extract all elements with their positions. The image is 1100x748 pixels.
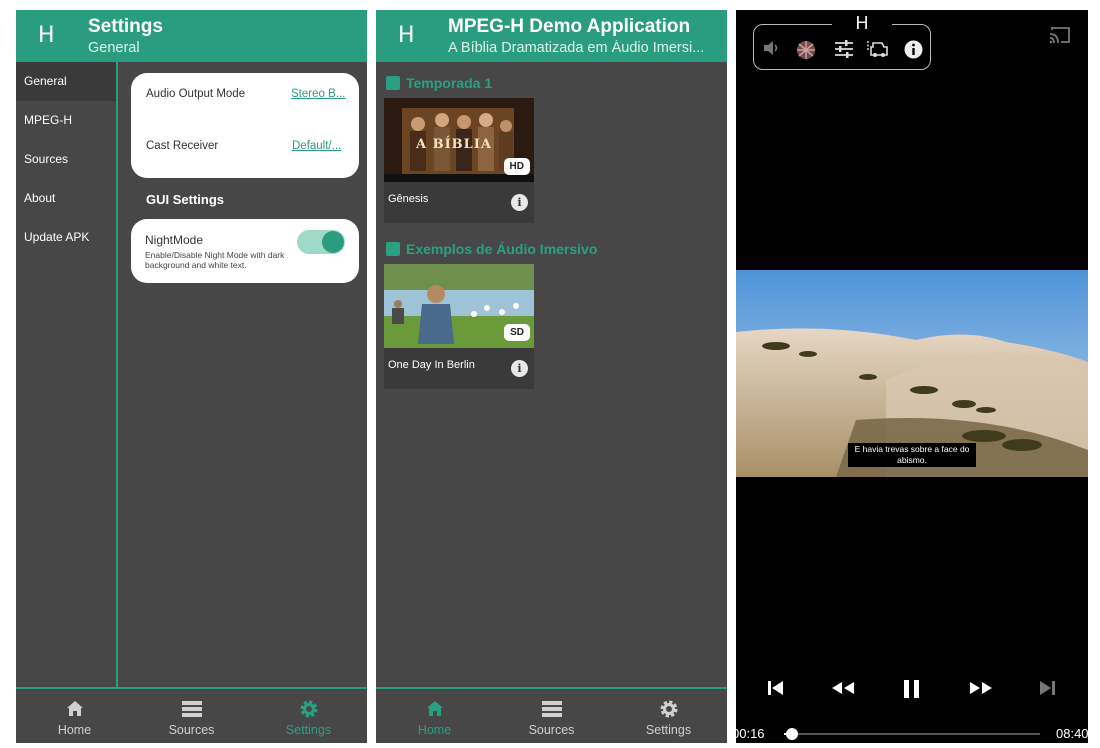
bottom-nav: Home Sources Settings bbox=[16, 687, 367, 743]
audio-settings-card: Audio Output Mode Stereo B... Cast Recei… bbox=[131, 73, 359, 178]
audio-output-value[interactable]: Stereo B... bbox=[291, 88, 345, 100]
quality-badge: SD bbox=[504, 324, 530, 341]
fast-forward-icon[interactable] bbox=[968, 678, 994, 698]
app-logo: H bbox=[38, 23, 55, 48]
pause-icon[interactable] bbox=[902, 678, 922, 700]
playlist-icon bbox=[386, 76, 400, 90]
category-name: Temporada 1 bbox=[406, 75, 493, 91]
settings-screen: H Settings General General MPEG-H Source… bbox=[16, 10, 367, 743]
rewind-icon[interactable] bbox=[830, 678, 856, 698]
sidebar-item-sources[interactable]: Sources bbox=[16, 140, 116, 179]
nightmode-toggle[interactable] bbox=[297, 230, 345, 254]
skip-next-icon[interactable] bbox=[1038, 678, 1056, 698]
nav-settings-label: Settings bbox=[285, 723, 332, 737]
player-screen: H E havia trevas sobre a face do abismo. bbox=[736, 10, 1088, 743]
nightmode-card: NightMode Enable/Disable Night Mode with… bbox=[131, 219, 359, 283]
gui-settings-heading: GUI Settings bbox=[146, 192, 225, 207]
time-current: 00:16 bbox=[736, 726, 765, 741]
media-tile[interactable]: SD One Day In Berlin i bbox=[384, 264, 534, 389]
list-icon bbox=[181, 701, 202, 717]
nav-settings-label: Settings bbox=[645, 723, 692, 737]
cast-receiver-label: Cast Receiver bbox=[146, 140, 219, 152]
info-icon[interactable]: i bbox=[511, 194, 528, 211]
nav-sources-label: Sources bbox=[528, 723, 575, 737]
nav-home-label: Home bbox=[417, 723, 452, 737]
page-title: Settings bbox=[88, 16, 163, 37]
skip-previous-icon[interactable] bbox=[767, 678, 785, 698]
media-tile[interactable]: A BÍBLIA HD Gênesis i bbox=[384, 98, 534, 223]
page-title: MPEG-H Demo Application bbox=[448, 16, 691, 37]
gear-icon bbox=[300, 700, 317, 718]
cast-icon[interactable] bbox=[1049, 26, 1071, 44]
bottom-nav: Home Sources Settings bbox=[376, 687, 727, 743]
media-title: Gênesis bbox=[388, 193, 429, 205]
toggle-knob bbox=[322, 231, 344, 253]
sidebar-item-about[interactable]: About bbox=[16, 179, 116, 218]
category-heading: Temporada 1 bbox=[386, 75, 492, 91]
nightmode-description: Enable/Disable Night Mode with dark back… bbox=[145, 250, 285, 270]
nav-home-label: Home bbox=[57, 723, 92, 737]
thumbnail-caption: A BÍBLIA bbox=[416, 137, 492, 152]
library-screen: H MPEG-H Demo Application A Bíblia Drama… bbox=[376, 10, 727, 743]
info-icon[interactable] bbox=[904, 40, 923, 59]
playlist-icon bbox=[386, 242, 400, 256]
video-frame[interactable]: E havia trevas sobre a face do abismo. bbox=[736, 270, 1088, 477]
nav-sources[interactable]: Sources bbox=[493, 689, 610, 743]
presets-icon[interactable] bbox=[867, 40, 889, 58]
sidebar-item-update-apk[interactable]: Update APK bbox=[16, 218, 116, 257]
app-bar: H MPEG-H Demo Application A Bíblia Drama… bbox=[376, 10, 727, 62]
quality-badge: HD bbox=[503, 158, 530, 175]
media-title: One Day In Berlin bbox=[388, 359, 475, 371]
gear-icon bbox=[660, 700, 677, 718]
audio-output-label: Audio Output Mode bbox=[146, 88, 246, 100]
category-heading: Exemplos de Áudio Imersivo bbox=[386, 241, 597, 257]
equalizer-icon[interactable] bbox=[834, 40, 854, 58]
sidebar-item-mpegh[interactable]: MPEG-H bbox=[16, 101, 116, 140]
settings-sidebar: General MPEG-H Sources About Update APK bbox=[16, 62, 118, 689]
seek-handle[interactable] bbox=[785, 728, 798, 740]
subtitle-caption: E havia trevas sobre a face do abismo. bbox=[848, 443, 976, 467]
nav-home[interactable]: Home bbox=[376, 689, 493, 743]
category-name: Exemplos de Áudio Imersivo bbox=[406, 241, 598, 257]
list-icon bbox=[541, 701, 562, 717]
volume-icon[interactable] bbox=[763, 40, 781, 56]
app-logo: H bbox=[832, 13, 892, 34]
nav-settings[interactable]: Settings bbox=[250, 689, 367, 743]
page-subtitle: General bbox=[88, 40, 140, 56]
nav-sources-label: Sources bbox=[168, 723, 215, 737]
time-total: 08:40 bbox=[1056, 726, 1088, 741]
nav-settings[interactable]: Settings bbox=[610, 689, 727, 743]
nav-sources[interactable]: Sources bbox=[133, 689, 250, 743]
nav-home[interactable]: Home bbox=[16, 689, 133, 743]
language-globe-icon[interactable] bbox=[796, 40, 816, 60]
nightmode-title: NightMode bbox=[145, 233, 204, 247]
seek-bar[interactable] bbox=[784, 728, 1040, 740]
home-icon bbox=[66, 701, 83, 716]
info-icon[interactable]: i bbox=[511, 360, 528, 377]
page-subtitle: A Bíblia Dramatizada em Áudio Imersi... bbox=[448, 40, 705, 56]
app-bar: H Settings General bbox=[16, 10, 367, 62]
app-logo: H bbox=[398, 23, 415, 48]
cast-receiver-value[interactable]: Default/... bbox=[292, 140, 341, 152]
home-icon bbox=[426, 701, 443, 716]
sidebar-item-general[interactable]: General bbox=[16, 62, 116, 101]
audio-controls-panel: H bbox=[753, 13, 931, 70]
